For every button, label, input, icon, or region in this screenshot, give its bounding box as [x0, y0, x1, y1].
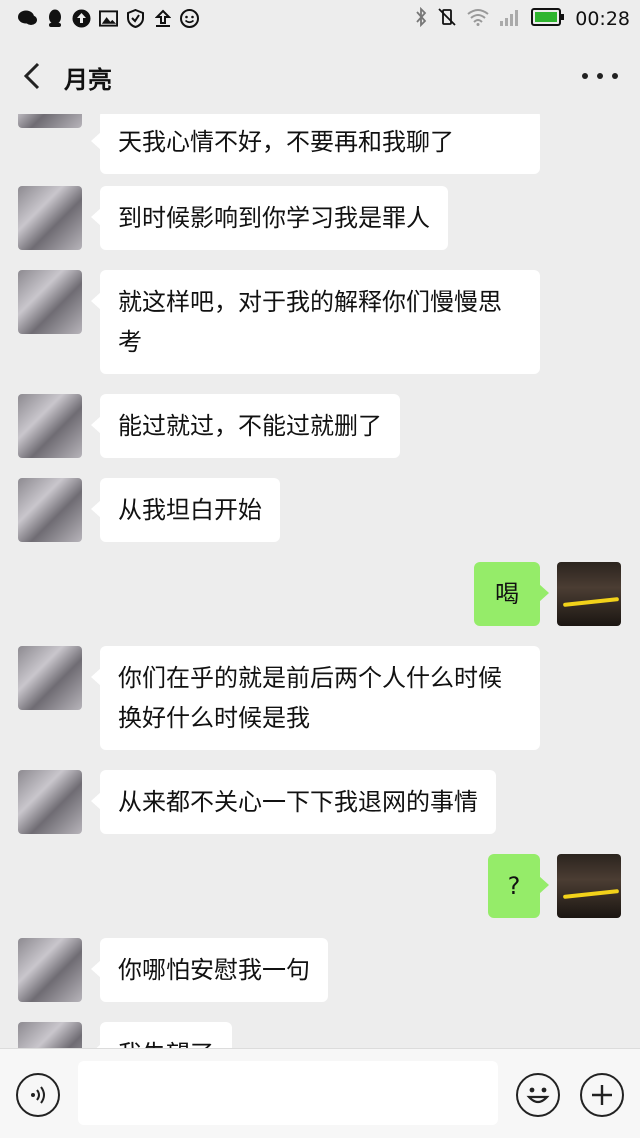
upload-icon — [153, 9, 172, 28]
more-functions-button[interactable] — [580, 1073, 624, 1117]
status-bar-notification-icons — [18, 9, 199, 28]
message-bubble[interactable]: 你哪怕安慰我一句 — [91, 938, 328, 1002]
message-bubble[interactable]: 你们在乎的就是前后两个人什么时候换好什么时候是我 — [91, 646, 540, 750]
smile-circle-icon — [180, 9, 199, 28]
my-avatar[interactable] — [557, 562, 621, 626]
message-bubble[interactable]: 从来都不关心一下下我退网的事情 — [91, 770, 496, 834]
message-bubble[interactable]: 从我坦白开始 — [91, 478, 280, 542]
status-bar-system-icons: 00:28 — [415, 6, 630, 31]
message-bubble[interactable]: 我失望了 — [91, 1022, 232, 1048]
voice-icon — [31, 1086, 45, 1104]
contact-avatar[interactable] — [18, 478, 82, 542]
wifi-icon — [467, 8, 489, 30]
emoji-icon — [526, 1087, 550, 1104]
vibrate-off-icon — [437, 7, 457, 31]
voice-button[interactable] — [16, 1073, 60, 1117]
plus-icon — [592, 1085, 612, 1105]
my-message-bubble[interactable]: 喝 — [474, 562, 549, 626]
message-list[interactable]: 天我心情不好，不要再和我聊了 到时候影响到你学习我是罪人 就这样吧，对于我的解释… — [0, 114, 640, 1048]
contact-avatar[interactable] — [18, 114, 82, 128]
back-button[interactable] — [18, 58, 48, 94]
qq-icon — [45, 9, 64, 28]
contact-avatar[interactable] — [18, 938, 82, 1002]
shield-icon — [126, 9, 145, 28]
message-bubble[interactable]: 天我心情不好，不要再和我聊了 — [91, 114, 540, 174]
message-bubble[interactable]: 就这样吧，对于我的解释你们慢慢思考 — [91, 270, 540, 374]
message-input[interactable] — [78, 1061, 498, 1125]
bluetooth-icon — [415, 6, 427, 31]
emoji-button[interactable] — [516, 1073, 560, 1117]
status-bar: 00:28 — [0, 0, 640, 38]
contact-avatar[interactable] — [18, 770, 82, 834]
battery-icon — [531, 8, 565, 30]
contact-avatar[interactable] — [18, 1022, 82, 1048]
more-button[interactable] — [582, 64, 618, 88]
more-dots-icon — [582, 73, 588, 79]
message-bubble[interactable]: 到时候影响到你学习我是罪人 — [91, 186, 448, 250]
my-avatar[interactable] — [557, 854, 621, 918]
contact-avatar[interactable] — [18, 646, 82, 710]
chevron-left-icon — [23, 62, 40, 90]
chat-header: 月亮 — [0, 38, 640, 114]
input-bar — [0, 1048, 640, 1138]
contact-avatar[interactable] — [18, 270, 82, 334]
my-message-bubble[interactable]: ? — [488, 854, 549, 918]
status-time: 00:28 — [575, 8, 630, 30]
message-bubble[interactable]: 能过就过，不能过就删了 — [91, 394, 400, 458]
chat-title: 月亮 — [64, 66, 112, 94]
wechat-icon — [18, 9, 37, 28]
upload-circle-icon — [72, 9, 91, 28]
image-icon — [99, 9, 118, 28]
contact-avatar[interactable] — [18, 186, 82, 250]
contact-avatar[interactable] — [18, 394, 82, 458]
signal-icon — [499, 8, 521, 30]
